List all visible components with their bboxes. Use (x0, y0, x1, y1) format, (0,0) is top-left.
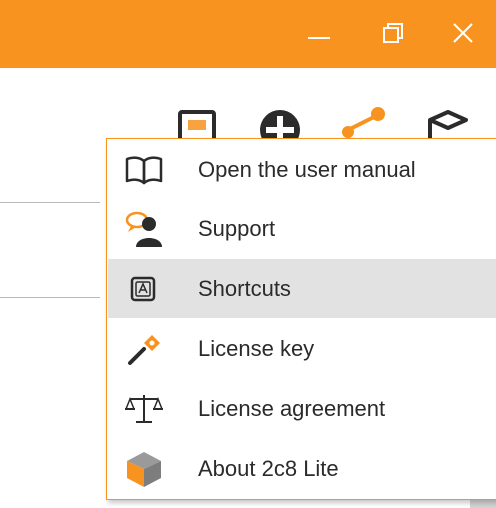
close-button[interactable] (442, 14, 486, 54)
menu-item-license-key[interactable]: License key (108, 319, 496, 378)
help-menu: Open the user manual Support Shortcuts L… (106, 138, 496, 500)
restore-icon (383, 23, 403, 43)
key-icon (124, 331, 164, 367)
menu-item-license-agreement[interactable]: License agreement (108, 379, 496, 438)
title-bar (0, 0, 496, 68)
menu-item-user-manual[interactable]: Open the user manual (108, 140, 496, 199)
menu-item-label: License key (198, 336, 315, 361)
keyboard-key-icon (124, 271, 164, 307)
menu-item-shortcuts[interactable]: Shortcuts (108, 259, 496, 318)
divider-line (0, 297, 100, 298)
menu-item-label: Support (198, 216, 276, 241)
app-window: Open the user manual Support Shortcuts L… (0, 0, 496, 508)
menu-item-label: About 2c8 Lite (198, 456, 339, 481)
menu-item-about[interactable]: About 2c8 Lite (108, 439, 496, 498)
book-icon (124, 152, 164, 188)
support-icon (124, 211, 164, 247)
menu-item-label: Open the user manual (198, 157, 416, 182)
menu-item-label: License agreement (198, 396, 386, 421)
minimize-button[interactable] (298, 14, 342, 54)
cube-logo-icon (124, 451, 164, 487)
divider-line (0, 202, 100, 203)
menu-item-label: Shortcuts (198, 276, 291, 301)
scales-icon (124, 391, 164, 427)
minimize-icon (308, 37, 330, 39)
restore-button[interactable] (372, 14, 416, 54)
scroll-strip (470, 500, 496, 508)
close-icon (453, 23, 473, 43)
menu-item-support[interactable]: Support (108, 199, 496, 258)
